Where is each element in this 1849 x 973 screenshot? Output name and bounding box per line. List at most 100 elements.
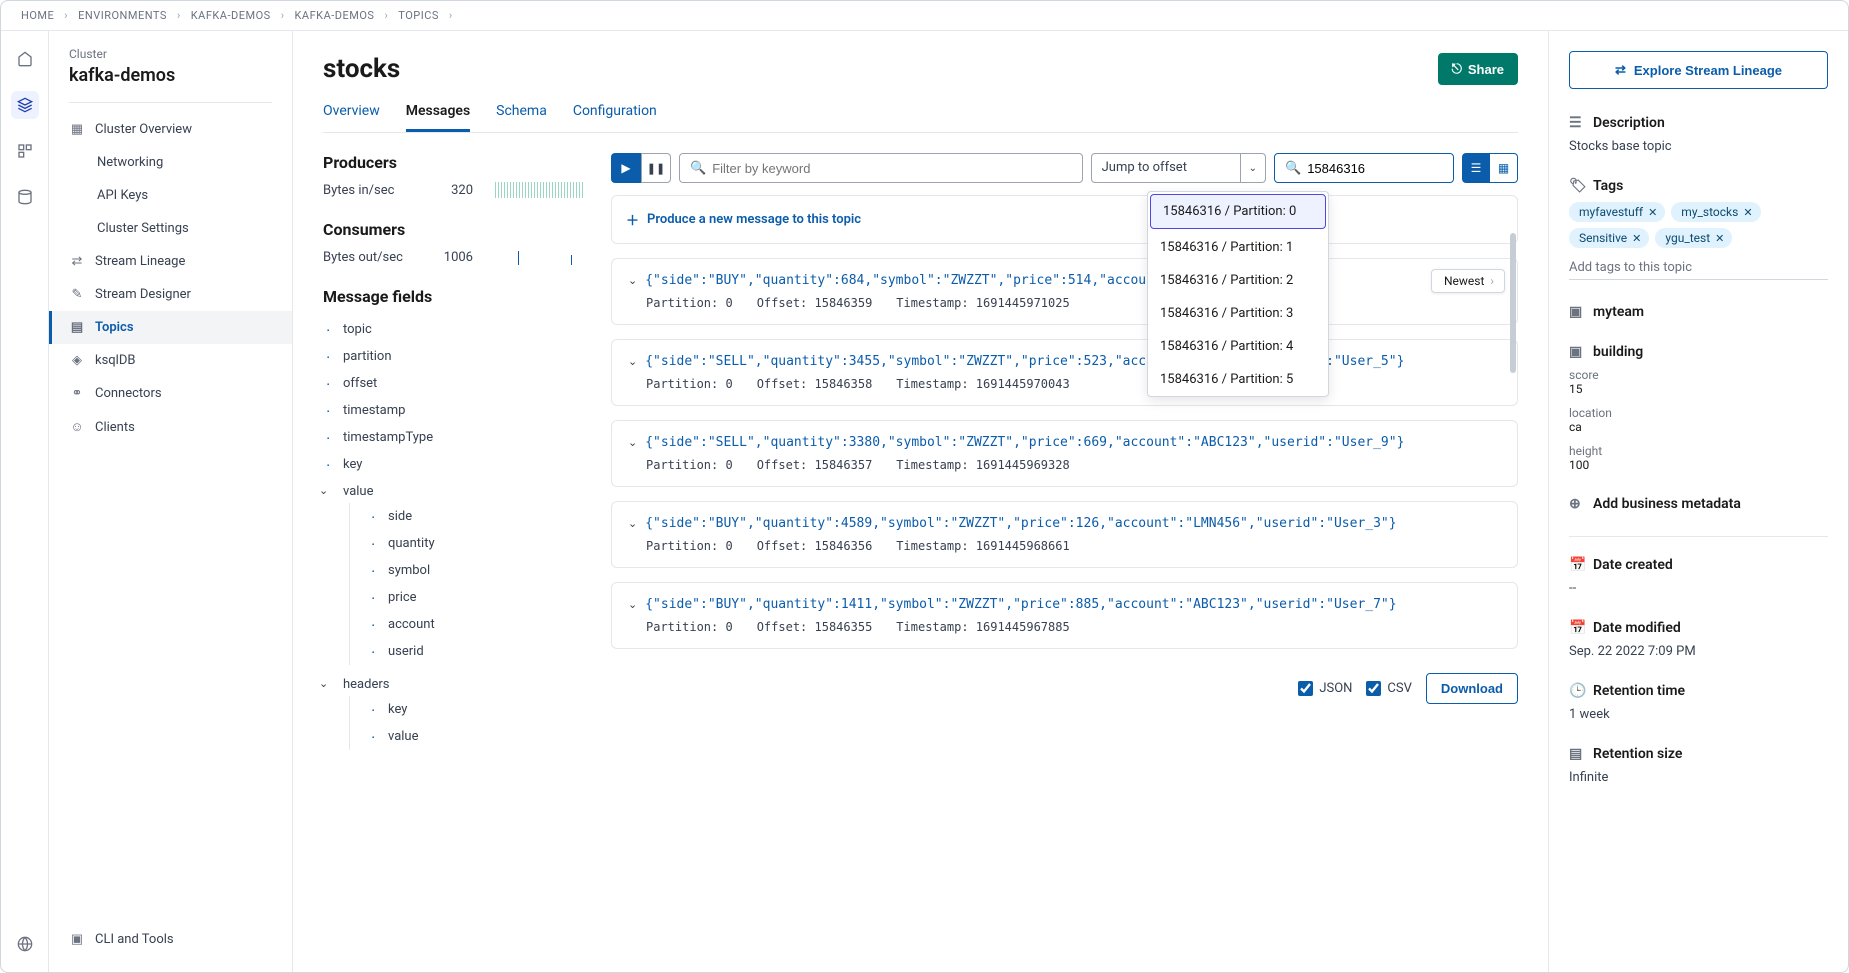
plus-icon: ＋ (626, 210, 639, 229)
grid-icon[interactable] (11, 137, 39, 165)
field-item[interactable]: side (368, 503, 583, 530)
field-value[interactable]: ⌄value side quantity symbol price accoun… (323, 478, 583, 671)
filter-input[interactable] (712, 161, 1071, 176)
tab-schema[interactable]: Schema (496, 103, 547, 132)
field-list: topic partition offset timestamp timesta… (323, 316, 583, 756)
crumb-home[interactable]: HOME (21, 9, 54, 22)
message-row[interactable]: ⌄{"side":"SELL","quantity":3380,"symbol"… (611, 420, 1518, 487)
dropdown-option[interactable]: 15846316 / Partition: 4 (1148, 330, 1328, 363)
size-value: Infinite (1569, 770, 1828, 785)
filter-box[interactable]: 🔍 (679, 153, 1083, 183)
nav-connectors[interactable]: ⚭Connectors (49, 377, 292, 410)
tag-chip[interactable]: my_stocks✕ (1671, 202, 1760, 222)
download-button[interactable]: Download (1426, 673, 1518, 704)
tag-icon: 🏷 (1569, 178, 1585, 194)
nav-networking[interactable]: Networking (49, 146, 292, 179)
message-timestamp: Timestamp: 1691445971025 (896, 296, 1069, 310)
home-icon[interactable] (11, 45, 39, 73)
cube-icon: ▣ (1569, 344, 1585, 360)
created-value: -- (1569, 581, 1828, 596)
field-item[interactable]: partition (323, 343, 583, 370)
json-checkbox[interactable]: JSON (1298, 681, 1352, 696)
tag-chip[interactable]: ygu_test✕ (1655, 228, 1732, 248)
nav-cluster-overview[interactable]: ▦Cluster Overview (49, 113, 292, 146)
nav-apikeys[interactable]: API Keys (49, 179, 292, 212)
offset-dropdown: 15846316 / Partition: 0 15846316 / Parti… (1147, 191, 1329, 397)
fields-heading: Message fields (323, 287, 583, 306)
field-item[interactable]: timestamp (323, 397, 583, 424)
field-item[interactable]: symbol (368, 557, 583, 584)
dropdown-option[interactable]: 15846316 / Partition: 3 (1148, 297, 1328, 330)
explore-lineage-button[interactable]: ⇄Explore Stream Lineage (1569, 51, 1828, 89)
view-list-button[interactable]: ☰ (1462, 153, 1490, 183)
field-item[interactable]: key (323, 451, 583, 478)
message-partition: Partition: 0 (646, 458, 733, 472)
tag-chip[interactable]: Sensitive✕ (1569, 228, 1649, 248)
nav-settings[interactable]: Cluster Settings (49, 212, 292, 245)
nav-lineage[interactable]: ⇄Stream Lineage (49, 245, 292, 278)
share-button[interactable]: ⎋Share (1438, 53, 1518, 85)
design-icon: ✎ (69, 287, 85, 302)
right-panel: ⇄Explore Stream Lineage ☰Description Sto… (1548, 31, 1848, 972)
layers-icon[interactable] (11, 91, 39, 119)
produce-button[interactable]: ＋ Produce a new message to this topic (611, 195, 1518, 244)
crumb-cluster1[interactable]: KAFKA-DEMOS (191, 9, 271, 22)
tab-messages[interactable]: Messages (406, 103, 470, 132)
csv-checkbox[interactable]: CSV (1366, 681, 1411, 696)
crumb-env[interactable]: ENVIRONMENTS (78, 9, 167, 22)
field-item[interactable]: topic (323, 316, 583, 343)
field-item[interactable]: price (368, 584, 583, 611)
globe-icon[interactable] (11, 930, 39, 958)
nav-designer[interactable]: ✎Stream Designer (49, 278, 292, 311)
crumb-topics[interactable]: TOPICS (398, 9, 439, 22)
pause-button[interactable]: ❚❚ (641, 153, 671, 183)
plus-icon: ⊕ (1569, 496, 1585, 512)
close-icon[interactable]: ✕ (1648, 206, 1657, 219)
field-item[interactable]: value (368, 723, 583, 750)
play-button[interactable]: ▶ (611, 153, 641, 183)
scrollbar[interactable] (1510, 233, 1516, 373)
field-item[interactable]: timestampType (323, 424, 583, 451)
retention-heading: Retention time (1593, 683, 1685, 699)
offset-input[interactable] (1307, 161, 1443, 176)
dropdown-option[interactable]: 15846316 / Partition: 2 (1148, 264, 1328, 297)
add-metadata[interactable]: Add business metadata (1593, 496, 1741, 512)
view-card-button[interactable]: ▦ (1490, 153, 1518, 183)
offset-box[interactable]: 🔍 (1274, 153, 1454, 183)
tab-overview[interactable]: Overview (323, 103, 380, 132)
bytes-in-label: Bytes in/sec (323, 183, 413, 198)
crumb-cluster2[interactable]: KAFKA-DEMOS (295, 9, 375, 22)
nav-ksql[interactable]: ◈ksqlDB (49, 344, 292, 377)
message-row[interactable]: ⌄{"side":"BUY","quantity":684,"symbol":"… (611, 258, 1518, 325)
field-headers[interactable]: ⌄headers key value (323, 671, 583, 756)
nav-cli[interactable]: ▣CLI and Tools (49, 923, 292, 956)
nav-clients[interactable]: ☺Clients (49, 410, 292, 444)
dropdown-option[interactable]: 15846316 / Partition: 1 (1148, 231, 1328, 264)
chevron-down-icon: ⌄ (628, 355, 637, 368)
newest-badge[interactable]: Newest (1431, 269, 1505, 293)
tab-config[interactable]: Configuration (573, 103, 657, 132)
dropdown-option[interactable]: 15846316 / Partition: 0 (1150, 194, 1326, 229)
message-row[interactable]: ⌄{"side":"SELL","quantity":3455,"symbol"… (611, 339, 1518, 406)
field-item[interactable]: account (368, 611, 583, 638)
dropdown-option[interactable]: 15846316 / Partition: 5 (1148, 363, 1328, 396)
icon-rail (1, 31, 49, 972)
jump-caret[interactable]: ⌄ (1241, 153, 1266, 183)
jump-select[interactable]: Jump to offset (1091, 153, 1241, 183)
add-tag-input[interactable]: Add tags to this topic (1569, 256, 1828, 280)
field-item[interactable]: userid (368, 638, 583, 665)
database-icon[interactable] (11, 183, 39, 211)
created-heading: Date created (1593, 557, 1673, 573)
chevron-down-icon: ⌄ (628, 598, 637, 611)
message-row[interactable]: ⌄{"side":"BUY","quantity":1411,"symbol":… (611, 582, 1518, 649)
close-icon[interactable]: ✕ (1743, 206, 1752, 219)
nav-topics[interactable]: ▤Topics (49, 311, 292, 344)
field-item[interactable]: quantity (368, 530, 583, 557)
field-item[interactable]: key (368, 696, 583, 723)
close-icon[interactable]: ✕ (1715, 232, 1724, 245)
close-icon[interactable]: ✕ (1632, 232, 1641, 245)
field-item[interactable]: offset (323, 370, 583, 397)
description-value: Stocks base topic (1569, 139, 1828, 154)
message-row[interactable]: ⌄{"side":"BUY","quantity":4589,"symbol":… (611, 501, 1518, 568)
tag-chip[interactable]: myfavestuff✕ (1569, 202, 1665, 222)
